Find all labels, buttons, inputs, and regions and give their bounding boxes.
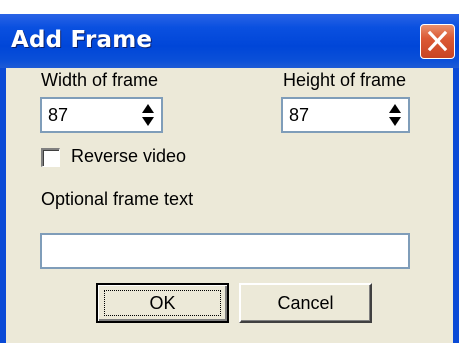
titlebar-top-edge xyxy=(0,0,459,14)
cancel-button[interactable]: Cancel xyxy=(239,283,372,323)
frame-text-input[interactable] xyxy=(40,233,410,269)
height-spinner[interactable]: 87 xyxy=(281,97,410,133)
window-frame-left xyxy=(0,68,6,343)
add-frame-dialog: Add Frame Width of frame 87 Height of fr… xyxy=(0,0,459,343)
height-value[interactable]: 87 xyxy=(289,105,309,126)
width-value[interactable]: 87 xyxy=(48,105,68,126)
ok-button[interactable]: OK xyxy=(96,283,229,323)
cancel-button-label: Cancel xyxy=(277,293,334,313)
ok-button-label: OK xyxy=(149,293,176,313)
close-x-icon xyxy=(427,30,448,52)
spin-arrows-icon[interactable] xyxy=(138,102,158,128)
optional-frame-text-label: Optional frame text xyxy=(41,189,194,209)
spin-arrows-icon[interactable] xyxy=(385,102,405,128)
window-title: Add Frame xyxy=(11,27,153,53)
height-of-frame-label: Height of frame xyxy=(283,70,407,90)
title-bar[interactable]: Add Frame xyxy=(0,14,459,68)
width-of-frame-label: Width of frame xyxy=(41,70,159,90)
close-button[interactable] xyxy=(420,24,455,59)
window-frame-right xyxy=(453,68,459,343)
reverse-video-checkbox[interactable] xyxy=(41,148,60,167)
reverse-video-label[interactable]: Reverse video xyxy=(71,146,186,167)
width-spinner[interactable]: 87 xyxy=(40,97,163,133)
